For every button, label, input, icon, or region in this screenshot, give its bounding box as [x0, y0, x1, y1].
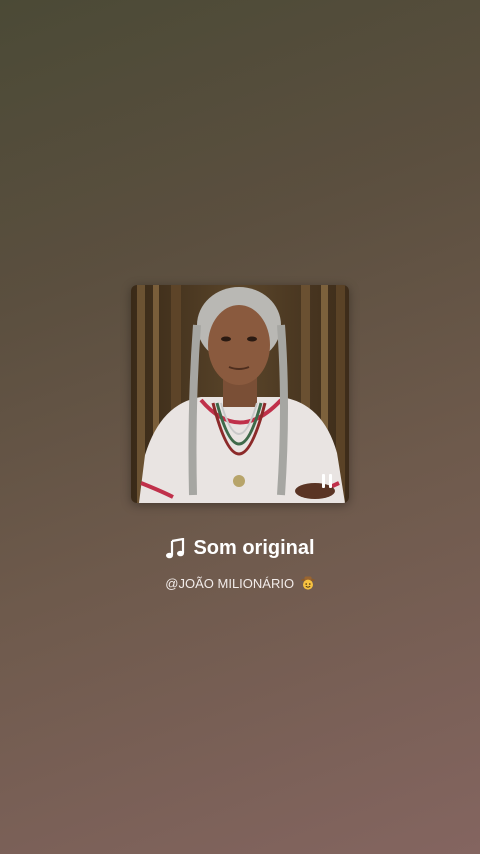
pause-bar — [329, 474, 332, 488]
cowboy-face-emoji — [300, 576, 315, 590]
cover-photo — [131, 285, 349, 503]
pause-bar — [322, 474, 325, 488]
pause-icon[interactable] — [319, 473, 335, 489]
author-name[interactable]: @JOÃO MILIONÁRIO — [165, 576, 294, 591]
music-note-icon — [166, 537, 185, 558]
sound-title-row: Som original — [0, 537, 480, 560]
album-cover[interactable] — [131, 285, 349, 503]
sound-author[interactable]: @JOÃO MILIONÁRIO — [0, 576, 480, 591]
sound-title[interactable]: Som original — [193, 537, 314, 560]
